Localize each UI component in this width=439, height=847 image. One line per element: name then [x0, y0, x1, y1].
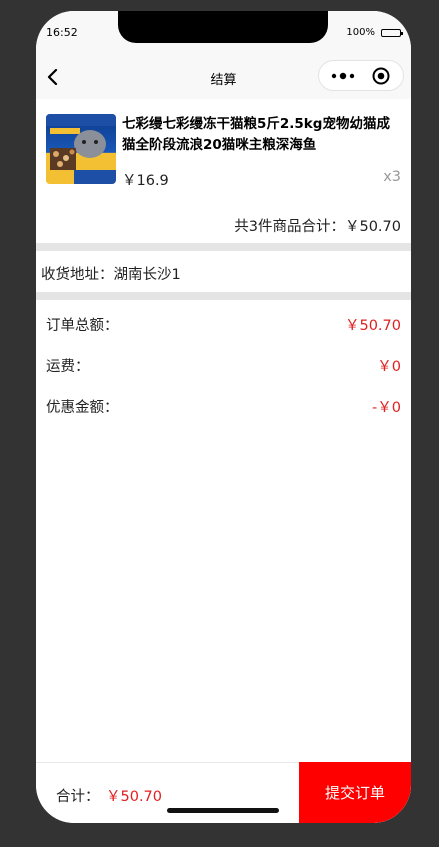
shipping-address-text[interactable]: 收货地址：湖南长沙1	[41, 263, 181, 284]
product-item[interactable]: 七彩缦七彩缦冻干猫粮5斤2.5kg宠物幼猫成猫全阶段流浪20猫咪主粮深海鱼 ￥1…	[36, 99, 411, 199]
more-icon[interactable]	[329, 69, 357, 83]
summary-label: 运费：	[46, 359, 90, 375]
battery-icon	[381, 28, 403, 37]
shipping-address-row[interactable]: 收货地址：湖南长沙1	[36, 252, 411, 292]
battery-percent: 100%	[346, 27, 375, 38]
summary-row-shipping: 运费： ￥0	[36, 343, 411, 384]
phone-screen: 16:52 100% 结算 七彩缦七彩缦冻干猫粮5斤2.5kg宠物幼猫成猫全阶段…	[36, 11, 411, 823]
section-divider	[36, 243, 411, 251]
summary-value: ￥0	[377, 359, 401, 375]
section-divider	[36, 292, 411, 300]
product-quantity: x3	[383, 169, 401, 185]
summary-value: -￥0	[372, 400, 401, 416]
summary-label: 优惠金额：	[46, 400, 119, 416]
home-indicator[interactable]	[167, 808, 279, 813]
order-subtotal-row: 共3件商品合计：￥50.70	[36, 199, 411, 243]
submit-order-button[interactable]: 提交订单	[299, 762, 411, 823]
status-time: 16:52	[46, 26, 78, 39]
nav-bar: 结算	[36, 55, 411, 99]
total-value: ￥50.70	[106, 789, 163, 805]
status-right: 100%	[346, 27, 403, 38]
product-price: ￥16.9	[122, 173, 169, 189]
product-image-icon	[46, 114, 116, 184]
order-subtotal-text: 共3件商品合计：￥50.70	[234, 219, 401, 235]
summary-row-discount: 优惠金额： -￥0	[36, 384, 411, 425]
close-miniprogram-icon[interactable]	[372, 67, 390, 85]
product-thumbnail[interactable]	[46, 114, 116, 184]
summary-row-order-total: 订单总额： ￥50.70	[36, 302, 411, 343]
summary-value: ￥50.70	[344, 318, 401, 334]
product-title[interactable]: 七彩缦七彩缦冻干猫粮5斤2.5kg宠物幼猫成猫全阶段流浪20猫咪主粮深海鱼	[122, 114, 402, 156]
summary-label: 订单总额：	[46, 318, 119, 334]
total-label: 合计：	[56, 789, 100, 805]
checkout-bar: 合计： ￥50.70 提交订单	[36, 762, 411, 823]
mini-program-capsule	[318, 60, 404, 91]
device-notch	[118, 11, 328, 43]
